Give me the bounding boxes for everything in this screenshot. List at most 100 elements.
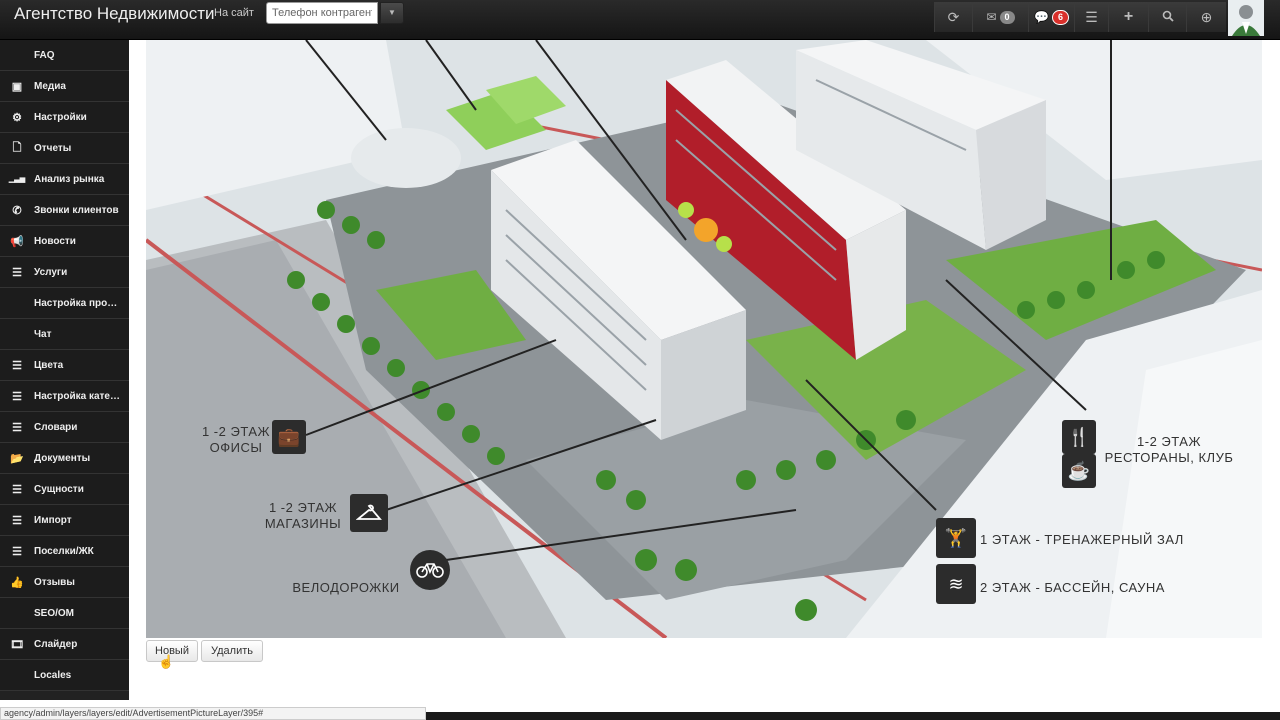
hanger-icon [350,494,388,532]
sidebar-item-label: Звонки клиентов [34,204,119,216]
list-icon: ☰ [12,390,22,403]
sidebar-item-label: Словари [34,421,78,433]
phone-icon: ✆ [12,204,22,217]
plus-icon: + [1123,8,1134,25]
sidebar-item-label: Отчеты [34,142,72,154]
sidebar-item[interactable]: 📂 Документы [0,443,129,474]
sidebar-item[interactable]: Чат [0,319,129,350]
sidebar-item-label: Слайдер [34,638,78,650]
folder-icon: 📂 [10,452,24,465]
list-icon: ☰ [1085,8,1098,25]
sidebar-item-label: Анализ рынка [34,173,105,185]
cutlery-icon: 🍴 [1062,420,1096,454]
coffee-cup-icon: ☕ [1062,454,1096,488]
sidebar-item[interactable]: ▣ Медиа [0,71,129,102]
film-icon: 🎞 [10,638,24,651]
status-url: agency/admin/layers/layers/edit/Advertis… [0,707,426,720]
sidebar-item-label: Настройки [34,111,87,123]
sidebar-item-label: SEO/OM [34,607,75,619]
sidebar-item-label: Сущности [34,483,84,495]
bike-label: ВЕЛОДОРОЖКИ [292,580,400,595]
advertisement-picture: 1 -2 ЭТАЖ ОФИСЫ 💼 1 -2 ЭТАЖ МАГАЗИНЫ ВЕЛ… [146,40,1262,638]
list-icon: ☰ [12,483,22,496]
sidebar-item-label: Документы [34,452,91,464]
sidebar-item[interactable]: ⚙ Настройки [0,102,129,133]
offices-floor-text: 1 -2 ЭТАЖ [201,424,271,439]
delete-button[interactable]: Удалить [201,640,263,662]
phone-dropdown-button[interactable]: ▼ [380,2,404,24]
sidebar: FAQ ▣ Медиа ⚙ Настройки 🗋 Отчеты ▁▃▅ Анализ рынк… [0,40,129,700]
notifications-badge: 6 [1051,9,1069,25]
picture-icon: ▣ [11,80,23,93]
sidebar-item-label: Цвета [34,359,64,371]
sidebar-item-label: FAQ [34,49,55,61]
add-circle-button[interactable]: ⊕ [1186,2,1226,32]
bicycle-icon [410,550,450,590]
sidebar-item[interactable]: ☰ Услуги [0,257,129,288]
refresh-button[interactable]: ⟳ [934,2,972,32]
list-icon: ☰ [12,359,22,372]
sidebar-item[interactable]: Locales [0,660,129,691]
sidebar-item[interactable]: 📢 Новости [0,226,129,257]
comment-icon: 💬 [1034,10,1049,24]
list-icon: ☰ [12,421,22,434]
shops-text: МАГАЗИНЫ [264,516,342,531]
user-avatar[interactable] [1228,0,1264,36]
onsite-link[interactable]: На сайт [214,7,254,19]
add-button[interactable]: + [1108,2,1148,32]
brand-title[interactable]: Агентство Недвижимости [14,4,215,24]
briefcase-icon: 💼 [272,420,306,454]
weightlifter-icon: 🏋 [936,518,976,558]
sidebar-item[interactable]: FAQ [0,40,129,71]
hand-cursor-icon: ☝ [158,654,175,669]
sidebar-item-label: Услуги [34,266,68,278]
shops-label: 1 -2 ЭТАЖ МАГАЗИНЫ [258,500,348,532]
sidebar-item-label: Настройка категорий [34,390,124,402]
sidebar-item[interactable]: ▁▃▅ Анализ рынка [0,164,129,195]
phone-search-input[interactable] [266,2,378,24]
restaurants-floor-text: 1-2 ЭТАЖ [1137,434,1201,449]
offices-text: ОФИСЫ [209,440,263,455]
restaurants-text: РЕСТОРАНЫ, КЛУБ [1104,450,1234,465]
caret-down-icon: ▼ [388,8,396,17]
sidebar-item[interactable]: 🎞 Слайдер [0,629,129,660]
megaphone-icon: 📢 [10,235,24,248]
sidebar-item[interactable]: ☰ Настройка категорий [0,381,129,412]
sidebar-item[interactable]: Настройка профиля [0,288,129,319]
sidebar-item-label: Настройка профиля [34,297,124,309]
sidebar-item[interactable]: ☰ Импорт [0,505,129,536]
sidebar-item[interactable]: 🗋 Отчеты [0,133,129,164]
sidebar-item[interactable]: ☰ Словари [0,412,129,443]
sidebar-item[interactable]: ✆ Звонки клиентов [0,195,129,226]
gym-label: 1 ЭТАЖ - ТРЕНАЖЕРНЫЙ ЗАЛ [980,532,1184,547]
file-icon: 🗋 [12,141,22,154]
list-icon: ☰ [12,514,22,527]
sidebar-item[interactable]: 👍 Отзывы [0,567,129,598]
search-icon [1162,9,1174,25]
sidebar-item-label: Импорт [34,514,72,526]
list-menu-button[interactable]: ☰ [1074,2,1108,32]
refresh-icon: ⟳ [947,8,960,25]
sidebar-item[interactable]: ☰ Цвета [0,350,129,381]
sidebar-item-label: Отзывы [34,576,75,588]
sidebar-item-label: Locales [34,669,72,681]
signal-icon: ▁▃▅ [8,176,26,183]
list-icon: ☰ [12,545,22,558]
offices-label: 1 -2 ЭТАЖ ОФИСЫ [186,424,286,456]
shops-floor-text: 1 -2 ЭТАЖ [268,500,338,515]
search-button[interactable] [1148,2,1186,32]
gear-icon: ⚙ [12,111,22,124]
list-icon: ☰ [12,266,22,279]
sidebar-item[interactable]: ☰ Сущности [0,474,129,505]
mail-button[interactable]: ✉ 0 [972,2,1028,32]
sidebar-item-label: Чат [34,328,52,340]
sidebar-item-label: Медиа [34,80,66,92]
pool-label: 2 ЭТАЖ - БАССЕЙН, САУНА [980,580,1165,595]
sidebar-item-label: Новости [34,235,76,247]
sidebar-item[interactable]: ☰ Поселки/ЖК [0,536,129,567]
envelope-icon: ✉ [986,10,997,24]
notifications-button[interactable]: 💬 6 [1028,2,1074,32]
sidebar-item-label: Поселки/ЖК [34,545,94,557]
sidebar-item[interactable]: SEO/OM [0,598,129,629]
water-waves-icon: ≋ [936,564,976,604]
